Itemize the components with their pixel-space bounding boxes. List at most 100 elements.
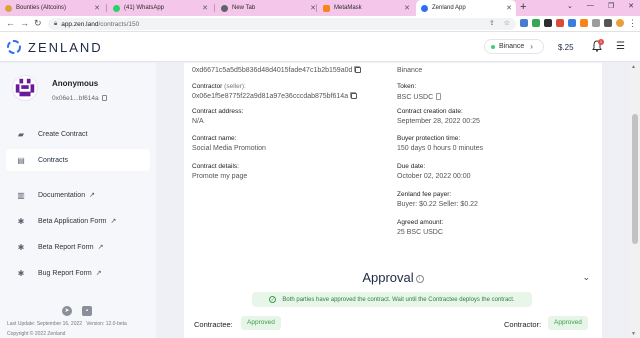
token-field: Token: BSC USDC — [397, 83, 442, 101]
main-content: 0xd6671c5a5d5b836d48d4015fade47c1b2b159a… — [156, 63, 630, 338]
back-arrow-icon[interactable]: ← — [6, 18, 15, 28]
scroll-up-icon[interactable]: ▲ — [631, 64, 636, 70]
contract-name-label: Contract name: — [192, 135, 237, 142]
extension-icon[interactable] — [556, 19, 564, 27]
contract-name-field: Contract name: Social Media Promotion — [192, 135, 266, 152]
profile-avatar-icon[interactable] — [616, 19, 624, 27]
tab-search-icon[interactable]: ⌄ — [567, 2, 573, 10]
close-icon[interactable]: ✕ — [506, 4, 512, 12]
bug-icon: ✱ — [17, 242, 25, 252]
status-dot-icon — [491, 44, 495, 49]
discord-icon[interactable]: ▪ — [82, 306, 92, 316]
zenland-logo-icon[interactable] — [6, 39, 22, 55]
menu-icon[interactable]: ☰ — [616, 41, 625, 52]
tab-new-tab[interactable]: New Tab ✕ — [216, 0, 320, 16]
maximize-icon[interactable]: ❐ — [608, 2, 614, 10]
close-icon[interactable]: ✕ — [94, 4, 100, 12]
contractee-label: Contractee: — [194, 320, 233, 329]
sidebar-item-beta-report-form[interactable]: ✱ Beta Report Form ↗ — [6, 236, 150, 258]
close-icon[interactable]: ✕ — [202, 4, 208, 12]
extension-icon[interactable] — [544, 19, 552, 27]
sidebar: Anonymous 0x06e1...bf614a ▰ Create Contr… — [0, 63, 156, 338]
copy-icon[interactable] — [355, 67, 362, 73]
reload-icon[interactable]: ↻ — [34, 18, 42, 29]
puzzle-icon[interactable] — [592, 19, 600, 27]
address-bar[interactable]: 🔒︎ app.zen.land/contracts/150 ⇪ ☆ — [48, 18, 516, 30]
window-close-icon[interactable]: ✕ — [628, 2, 634, 10]
user-address: 0x06e1...bf614a — [52, 95, 107, 102]
contractor-address: 0x06e1f5e8775f22a9d81a97e36cccdab875bf61… — [192, 93, 358, 100]
approval-status-banner: ✓ Both parties have approved the contrac… — [252, 292, 532, 307]
telegram-icon[interactable]: ➤ — [62, 306, 72, 316]
extension-icon[interactable] — [532, 19, 540, 27]
footer-update: Last Update: September 16, 2022 Version:… — [7, 321, 127, 327]
logo-text[interactable]: ZENLAND — [28, 40, 103, 55]
approval-title: Approval i — [184, 270, 602, 285]
contract-details-label: Contract details: — [192, 163, 239, 170]
external-link-icon: ↗ — [110, 218, 117, 225]
tab-zenland-app[interactable]: Zenland App ✕ — [416, 0, 516, 16]
tab-title: New Tab — [232, 5, 256, 11]
lock-icon[interactable]: 🔒︎ — [54, 21, 57, 28]
balance[interactable]: $.25 — [558, 43, 574, 52]
user-name: Anonymous — [52, 79, 99, 88]
approval-card: Approval i ⌄ ✓ Both parties have approved… — [184, 263, 602, 338]
metamask-fox-icon — [323, 4, 330, 12]
contractee-address-field: 0xd6671c5a5d5b836d48d4015fade47c1b2b159a… — [192, 67, 362, 74]
window-controls: ⌄ — ❐ ✕ — [567, 2, 634, 10]
extensions-area: ⋮ — [520, 19, 637, 28]
extension-icon[interactable] — [520, 19, 528, 27]
sidebar-item-bug-report-form[interactable]: ✱ Bug Report Form ↗ — [6, 262, 150, 284]
agreed-amount-label: Agreed amount: — [397, 219, 444, 226]
extension-icon[interactable] — [568, 19, 576, 27]
contractor-label-text: Contractor — [192, 83, 223, 90]
contract-name-value: Social Media Promotion — [192, 145, 266, 152]
info-icon[interactable]: i — [415, 275, 424, 283]
buyer-protection-value: 150 days 0 hours 0 minutes — [397, 145, 483, 152]
contractee-address-text: 0xd6671c5a5d5b836d48d4015fade47c1b2b159a… — [192, 67, 353, 74]
sidebar-item-contracts[interactable]: ▤ Contracts — [6, 149, 150, 171]
scroll-down-icon[interactable]: ▼ — [631, 331, 636, 337]
chain-value: Binance — [397, 67, 423, 74]
sidebar-item-beta-application-form[interactable]: ✱ Beta Application Form ↗ — [6, 210, 150, 232]
check-circle-icon: ✓ — [269, 296, 277, 303]
tab-title: (41) WhatsApp — [124, 5, 165, 11]
network-name: Binance — [499, 43, 525, 50]
notification-badge: 1 — [598, 39, 604, 45]
chevron-down-icon[interactable]: ⌄ — [582, 272, 590, 283]
contract-address-value: N/A — [192, 118, 204, 125]
approval-banner-text: Both parties have approved the contract.… — [282, 296, 515, 303]
bug-icon: ✱ — [17, 268, 25, 278]
minimize-icon[interactable]: — — [587, 2, 594, 10]
close-icon[interactable]: ✕ — [404, 4, 410, 12]
copy-icon[interactable] — [101, 95, 107, 101]
sidebar-item-label: Beta Report Form — [38, 243, 94, 251]
sidebar-item-documentation[interactable]: ▥ Documentation ↗ — [6, 184, 150, 206]
bookmark-star-icon[interactable]: ☆ — [504, 19, 510, 27]
sidebar-icon[interactable] — [604, 19, 612, 27]
approval-title-text: Approval — [362, 270, 414, 285]
chain-field: Binance — [397, 67, 422, 74]
contractee-address: 0xd6671c5a5d5b836d48d4015fade47c1b2b159a… — [192, 67, 362, 74]
document-icon[interactable] — [436, 93, 442, 100]
tab-bounties[interactable]: Bounties (Altcoins) ✕ — [0, 0, 104, 16]
network-selector[interactable]: Binance › — [484, 39, 544, 54]
sidebar-item-label: Documentation — [38, 191, 86, 199]
metamask-fox-icon[interactable] — [580, 19, 588, 27]
chrome-icon — [221, 4, 228, 12]
url-host: app.zen.land — [61, 20, 99, 28]
share-icon[interactable]: ⇪ — [489, 19, 495, 27]
forward-arrow-icon[interactable]: → — [20, 18, 29, 28]
avatar[interactable] — [12, 75, 38, 101]
new-tab-button[interactable]: + — [520, 1, 526, 13]
due-date-field: Due date: October 02, 2022 00:00 — [397, 163, 471, 180]
tab-whatsapp[interactable]: (41) WhatsApp ✕ — [108, 0, 212, 16]
sidebar-item-create-contract[interactable]: ▰ Create Contract — [6, 123, 150, 145]
more-vert-icon[interactable]: ⋮ — [628, 19, 637, 28]
scrollbar-thumb[interactable] — [632, 114, 638, 244]
fee-payer-value: Buyer: $0.22 Seller: $0.22 — [397, 201, 478, 208]
tab-metamask[interactable]: MetaMask ✕ — [318, 0, 414, 16]
copy-icon[interactable] — [351, 93, 358, 99]
bug-icon: ✱ — [17, 216, 25, 226]
token-value: BSC USDC — [397, 93, 442, 101]
